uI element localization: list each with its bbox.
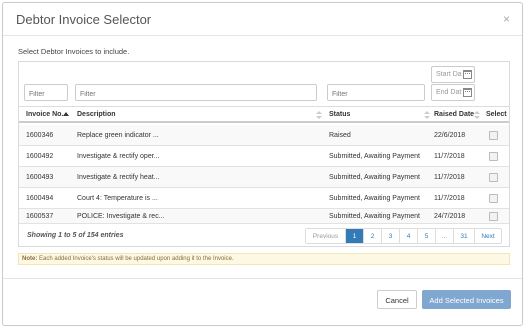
invoice-no-cell: 1600346 bbox=[26, 132, 54, 139]
instruction-text: Select Debtor Invoices to include. bbox=[18, 47, 130, 56]
pagination-page[interactable]: 1 bbox=[346, 229, 364, 243]
description-cell: POLICE: Investigate & rec... bbox=[77, 213, 165, 220]
column-raised-date[interactable]: Raised Date bbox=[434, 111, 474, 118]
calendar-icon[interactable] bbox=[463, 88, 472, 97]
footer-divider bbox=[3, 278, 522, 279]
start-date-input[interactable]: Start Da bbox=[431, 66, 475, 83]
table-row: 1600346 Replace green indicator ... Rais… bbox=[19, 125, 509, 146]
raised-date-cell: 24/7/2018 bbox=[434, 213, 466, 220]
raised-date-cell: 22/6/2018 bbox=[434, 132, 466, 139]
pagination-page[interactable]: 31 bbox=[454, 229, 475, 243]
note-label: Note: bbox=[22, 256, 38, 262]
select-checkbox[interactable] bbox=[489, 152, 498, 161]
debtor-invoice-selector-modal: Debtor Invoice Selector × Select Debtor … bbox=[2, 2, 523, 326]
sort-ascending-icon[interactable] bbox=[63, 112, 69, 116]
pagination-page[interactable]: 4 bbox=[400, 229, 418, 243]
column-description[interactable]: Description bbox=[77, 111, 116, 118]
pagination-ellipsis: ... bbox=[436, 229, 454, 243]
invoice-table: Start Da End Dat Invoice No. Description… bbox=[18, 61, 510, 247]
sort-icon[interactable] bbox=[474, 111, 480, 119]
select-checkbox[interactable] bbox=[489, 194, 498, 203]
table-row: 1600492 Investigate & rectify oper... Su… bbox=[19, 146, 509, 167]
status-cell: Submitted, Awaiting Payment bbox=[329, 174, 420, 181]
close-icon[interactable]: × bbox=[503, 12, 510, 26]
status-cell: Raised bbox=[329, 132, 351, 139]
invoice-filter-input[interactable] bbox=[24, 84, 68, 101]
cancel-button[interactable]: Cancel bbox=[377, 290, 417, 309]
note-banner: Note: Each added Invoice's status will b… bbox=[18, 253, 510, 265]
raised-date-cell: 11/7/2018 bbox=[434, 174, 465, 181]
pagination-page[interactable]: 5 bbox=[418, 229, 436, 243]
pagination-page[interactable]: 2 bbox=[364, 229, 382, 243]
start-date-placeholder: Start Da bbox=[436, 71, 462, 78]
raised-date-cell: 11/7/2018 bbox=[434, 153, 465, 160]
description-cell: Court 4: Temperature is ... bbox=[77, 195, 158, 202]
select-checkbox[interactable] bbox=[489, 131, 498, 140]
filter-row: Start Da End Dat bbox=[19, 62, 509, 104]
invoice-no-cell: 1600537 bbox=[26, 213, 54, 220]
raised-date-cell: 11/7/2018 bbox=[434, 195, 465, 202]
status-cell: Submitted, Awaiting Payment bbox=[329, 195, 420, 202]
pagination: Previous 1 2 3 4 5 ... 31 Next bbox=[305, 228, 502, 244]
sort-icon[interactable] bbox=[316, 111, 322, 119]
sort-icon[interactable] bbox=[424, 111, 430, 119]
description-cell: Replace green indicator ... bbox=[77, 132, 159, 139]
table-row: 1600537 POLICE: Investigate & rec... Sub… bbox=[19, 209, 509, 224]
invoice-no-cell: 1600494 bbox=[26, 195, 54, 202]
description-filter-input[interactable] bbox=[75, 84, 317, 101]
invoice-no-cell: 1600493 bbox=[26, 174, 54, 181]
modal-header: Debtor Invoice Selector × bbox=[3, 3, 522, 36]
status-cell: Submitted, Awaiting Payment bbox=[329, 153, 420, 160]
pagination-previous[interactable]: Previous bbox=[306, 229, 346, 243]
entries-info: Showing 1 to 5 of 154 entries bbox=[27, 232, 124, 239]
column-invoice-no[interactable]: Invoice No. bbox=[26, 111, 63, 118]
description-cell: Investigate & rectify heat... bbox=[77, 174, 160, 181]
modal-title: Debtor Invoice Selector bbox=[16, 12, 152, 27]
select-checkbox[interactable] bbox=[489, 173, 498, 182]
calendar-icon[interactable] bbox=[463, 70, 472, 79]
end-date-placeholder: End Dat bbox=[436, 89, 462, 96]
column-select: Select bbox=[486, 111, 507, 118]
note-text: Each added Invoice's status will be upda… bbox=[37, 256, 234, 262]
pagination-page[interactable]: 3 bbox=[382, 229, 400, 243]
description-cell: Investigate & rectify oper... bbox=[77, 153, 160, 160]
table-row: 1600493 Investigate & rectify heat... Su… bbox=[19, 167, 509, 188]
add-selected-invoices-button[interactable]: Add Selected Invoices bbox=[422, 290, 511, 309]
status-filter-input[interactable] bbox=[327, 84, 425, 101]
status-cell: Submitted, Awaiting Payment bbox=[329, 213, 420, 220]
pagination-next[interactable]: Next bbox=[475, 229, 501, 243]
table-row: 1600494 Court 4: Temperature is ... Subm… bbox=[19, 188, 509, 209]
select-checkbox[interactable] bbox=[489, 212, 498, 221]
table-header: Invoice No. Description Status Raised Da… bbox=[19, 106, 509, 123]
invoice-no-cell: 1600492 bbox=[26, 153, 54, 160]
end-date-input[interactable]: End Dat bbox=[431, 84, 475, 101]
column-status[interactable]: Status bbox=[329, 111, 350, 118]
table-footer: Showing 1 to 5 of 154 entries Previous 1… bbox=[19, 224, 509, 248]
